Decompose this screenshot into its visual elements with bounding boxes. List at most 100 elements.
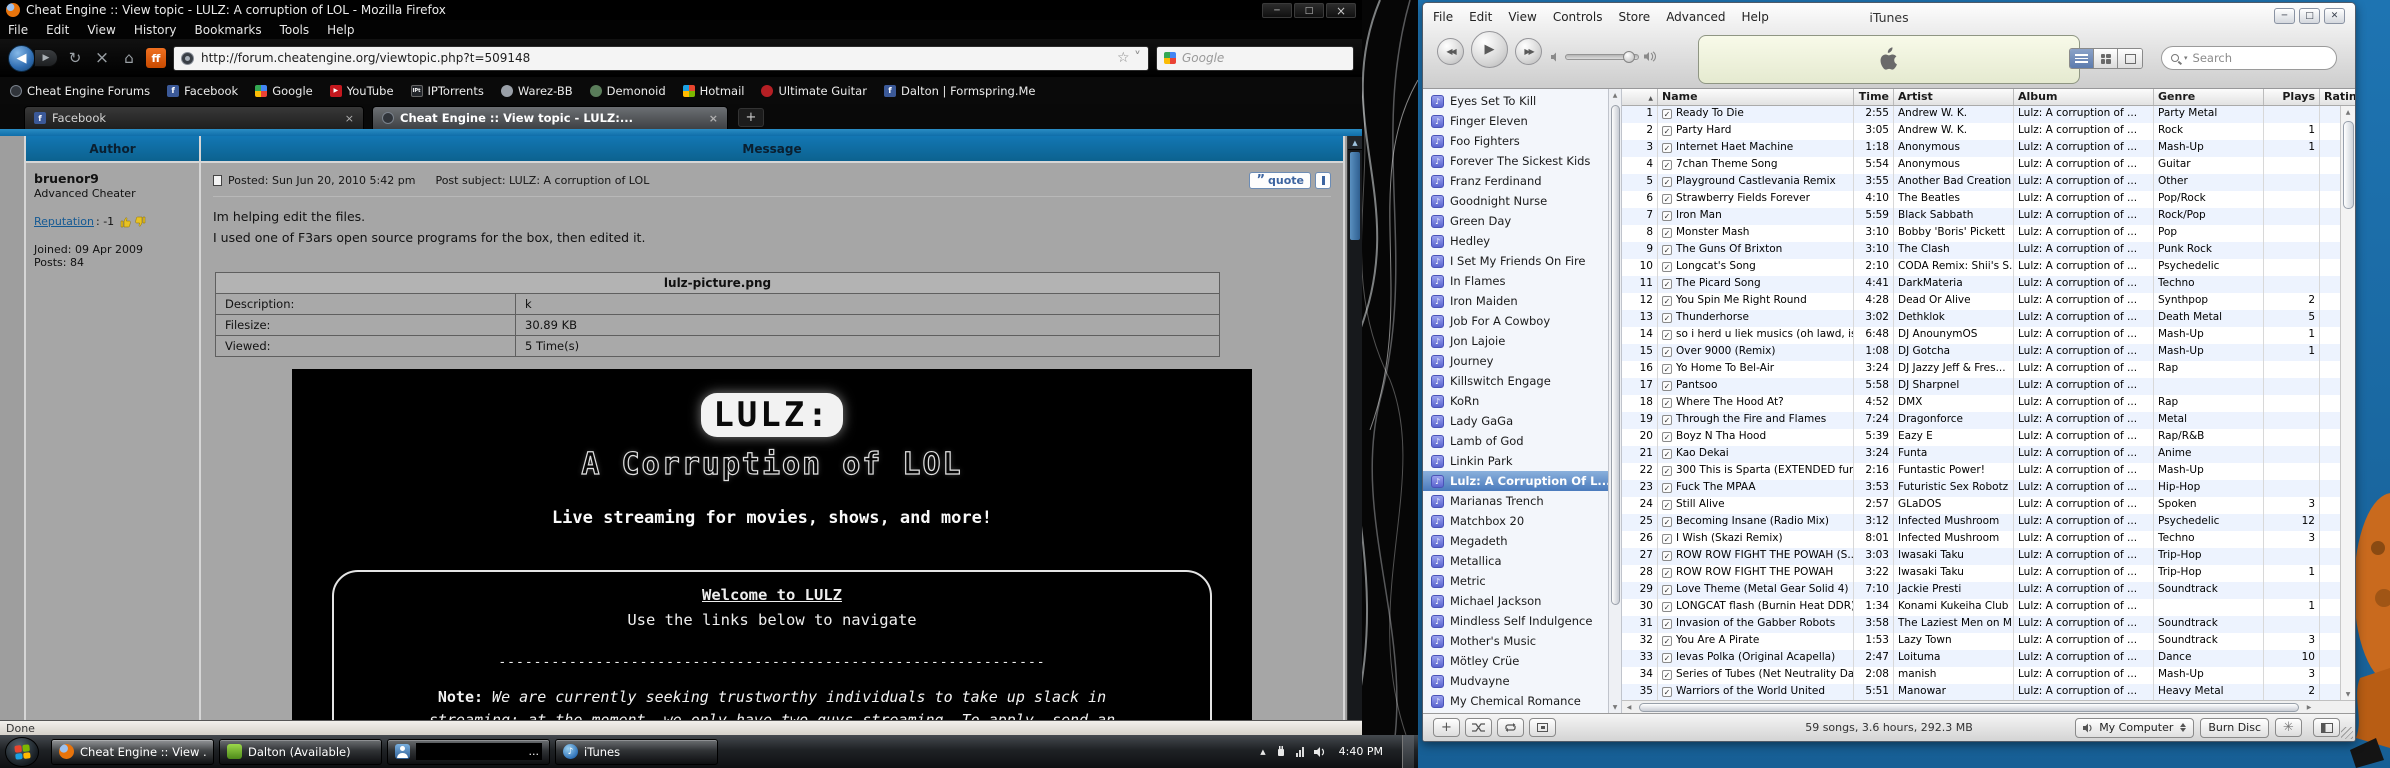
track-checkbox[interactable] — [1662, 687, 1672, 697]
bookmark-item[interactable]: Demonoid — [590, 84, 666, 98]
playlist-label[interactable]: Journey — [1450, 354, 1493, 368]
tray-expand-icon[interactable] — [1260, 748, 1265, 756]
playlist-item[interactable]: I Set My Friends On Fire — [1423, 251, 1608, 271]
playlist-label[interactable]: In Flames — [1450, 274, 1505, 288]
track-name[interactable]: Over 9000 (Remix) — [1658, 344, 1854, 361]
bookmark-item[interactable]: Facebook — [167, 84, 238, 98]
taskbar-button-label[interactable]: ... — [416, 743, 542, 760]
track-checkbox[interactable] — [1662, 245, 1672, 255]
track-name[interactable]: Party Hard — [1658, 123, 1854, 140]
track-checkbox[interactable] — [1662, 653, 1672, 663]
sidebar-toggle-button[interactable] — [2313, 718, 2340, 737]
track-row[interactable]: 10 Longcat's Song 2:10 CODA Remix: Shii'… — [1622, 259, 2340, 276]
track-row[interactable]: 17 Pantsoo 5:58 DJ Sharpnel Lulz: A corr… — [1622, 378, 2340, 395]
bookmark-label[interactable]: Warez-BB — [518, 84, 573, 98]
itunes-search-box[interactable]: Search — [2161, 46, 2337, 70]
menu-item[interactable]: Controls — [1553, 10, 1603, 24]
track-row[interactable]: 9 The Guns Of Brixton 3:10 The Clash Lul… — [1622, 242, 2340, 259]
track-name[interactable]: Ievas Polka (Original Acapella) — [1658, 650, 1854, 667]
list-view-button[interactable] — [2070, 49, 2094, 68]
track-checkbox[interactable] — [1662, 500, 1672, 510]
menu-item[interactable]: Bookmarks — [195, 23, 262, 37]
track-row[interactable]: 27 ROW ROW FIGHT THE POWAH (S... 3:03 Iw… — [1622, 548, 2340, 565]
playlist-item[interactable]: Linkin Park — [1423, 451, 1608, 471]
search-placeholder[interactable]: Google — [1182, 51, 1224, 65]
track-name[interactable]: Becoming Insane (Radio Mix) — [1658, 514, 1854, 531]
forward-button[interactable] — [34, 49, 58, 67]
playlist-label[interactable]: Finger Eleven — [1450, 114, 1528, 128]
playlist-item[interactable]: Green Day — [1423, 211, 1608, 231]
track-checkbox[interactable] — [1662, 347, 1672, 357]
add-playlist-button[interactable]: + — [1433, 718, 1460, 737]
playlist-label[interactable]: Linkin Park — [1450, 454, 1513, 468]
track-checkbox[interactable] — [1662, 177, 1672, 187]
track-checkbox[interactable] — [1662, 364, 1672, 374]
bookmark-item[interactable]: YouTube — [330, 84, 394, 98]
track-row[interactable]: 6 Strawberry Fields Forever 4:10 The Bea… — [1622, 191, 2340, 208]
track-name[interactable]: Fuck The MPAA — [1658, 480, 1854, 497]
track-list-scrollbar[interactable] — [2340, 106, 2355, 700]
track-row[interactable]: 30 LONGCAT flash (Burnin Heat DDR) 1:34 … — [1622, 599, 2340, 616]
track-name[interactable]: I Wish (Skazi Remix) — [1658, 531, 1854, 548]
track-name[interactable]: Internet Haet Machine — [1658, 140, 1854, 157]
track-checkbox[interactable] — [1662, 483, 1672, 493]
playlist-label[interactable]: Lamb of God — [1450, 434, 1524, 448]
track-checkbox[interactable] — [1662, 602, 1672, 612]
playlist-label[interactable]: Lulz: A Corruption Of L... — [1450, 474, 1608, 488]
track-row[interactable]: 29 Love Theme (Metal Gear Solid 4) 7:10 … — [1622, 582, 2340, 599]
track-name[interactable]: 300 This is Sparta (EXTENDED fun... — [1658, 463, 1854, 480]
burn-disc-button[interactable]: Burn Disc — [2200, 718, 2269, 738]
sidebar-scrollbar[interactable] — [1609, 89, 1622, 713]
artist-column-header[interactable]: Artist — [1894, 89, 2014, 105]
bookmark-label[interactable]: Cheat Engine Forums — [27, 84, 150, 98]
new-tab-button[interactable]: + — [738, 108, 764, 127]
playlist-label[interactable]: I Set My Friends On Fire — [1450, 254, 1586, 268]
track-checkbox[interactable] — [1662, 432, 1672, 442]
track-checkbox[interactable] — [1662, 534, 1672, 544]
track-name[interactable]: Monster Mash — [1658, 225, 1854, 242]
playlist-item[interactable]: KoRn — [1423, 391, 1608, 411]
track-checkbox[interactable] — [1662, 143, 1672, 153]
playlist-item[interactable]: Foo Fighters — [1423, 131, 1608, 151]
coverflow-view-button[interactable] — [2118, 49, 2142, 68]
search-box[interactable]: Google — [1156, 46, 1354, 71]
playlist-label[interactable]: Matchbox 20 — [1450, 514, 1524, 528]
track-name[interactable]: Yo Home To Bel-Air — [1658, 361, 1854, 378]
track-checkbox[interactable] — [1662, 398, 1672, 408]
shuffle-button[interactable] — [1465, 718, 1492, 737]
scroll-down-icon[interactable] — [1609, 701, 1621, 713]
playlist-label[interactable]: Job For A Cowboy — [1450, 314, 1550, 328]
track-name[interactable]: Invasion of the Gabber Robots — [1658, 616, 1854, 633]
bookmark-item[interactable]: Dalton | Formspring.Me — [884, 84, 1036, 98]
quote-button[interactable]: quote — [1249, 172, 1311, 189]
playlist-item[interactable]: Metallica — [1423, 551, 1608, 571]
track-name[interactable]: Kao Dekai — [1658, 446, 1854, 463]
track-name[interactable]: Ready To Die — [1658, 106, 1854, 123]
speaker-icon[interactable] — [1313, 746, 1326, 758]
playlist-item[interactable]: Lady GaGa — [1423, 411, 1608, 431]
menu-item[interactable]: Advanced — [1666, 10, 1725, 24]
track-row[interactable]: 1 Ready To Die 2:55 Andrew W. K. Lulz: A… — [1622, 106, 2340, 123]
track-checkbox[interactable] — [1662, 194, 1672, 204]
close-icon[interactable] — [2324, 8, 2345, 24]
track-row[interactable]: 13 Thunderhorse 3:02 Dethklok Lulz: A co… — [1622, 310, 2340, 327]
close-icon[interactable] — [1326, 3, 1356, 18]
track-checkbox[interactable] — [1662, 211, 1672, 221]
start-button[interactable] — [5, 737, 39, 767]
track-checkbox[interactable] — [1662, 466, 1672, 476]
track-checkbox[interactable] — [1662, 296, 1672, 306]
show-artwork-button[interactable] — [1529, 718, 1556, 737]
track-name[interactable]: 7chan Theme Song — [1658, 157, 1854, 174]
previous-button[interactable] — [1437, 38, 1464, 65]
playlist-label[interactable]: Iron Maiden — [1450, 294, 1518, 308]
menu-item[interactable]: Help — [327, 23, 354, 37]
volume-knob[interactable] — [1623, 51, 1635, 63]
playlist-label[interactable]: Killswitch Engage — [1450, 374, 1551, 388]
track-row[interactable]: 35 Warriors of the World United 5:51 Man… — [1622, 684, 2340, 700]
track-name[interactable]: Pantsoo — [1658, 378, 1854, 395]
source-stepper-icon[interactable] — [2180, 723, 2186, 732]
track-row[interactable]: 14 so i herd u liek musics (oh lawd, is … — [1622, 327, 2340, 344]
menu-item[interactable]: History — [134, 23, 177, 37]
playlist-item[interactable]: Killswitch Engage — [1423, 371, 1608, 391]
search-placeholder[interactable]: Search — [2193, 51, 2233, 65]
